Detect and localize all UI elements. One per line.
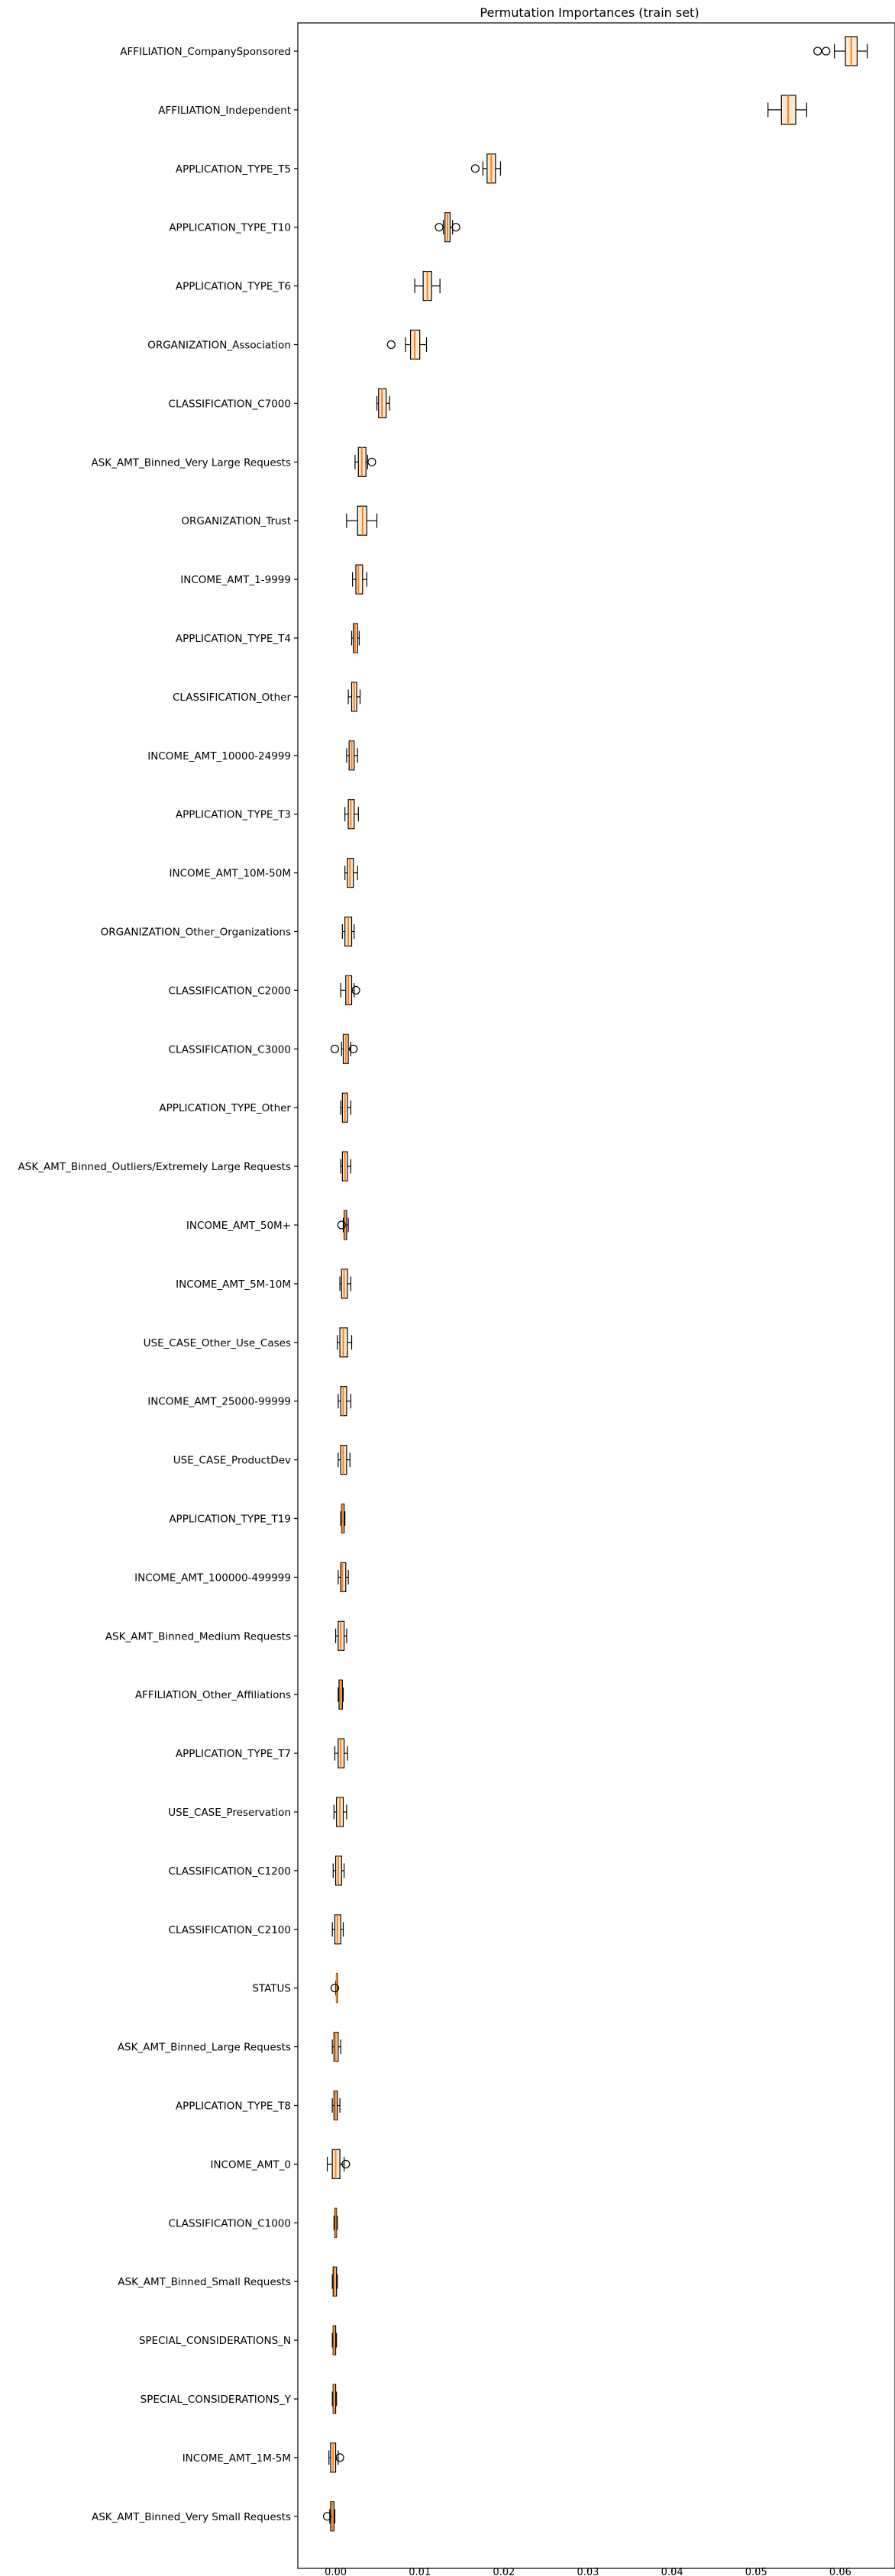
y-tick-label: APPLICATION_TYPE_T7 xyxy=(176,1748,291,1760)
y-tick-label: APPLICATION_TYPE_T5 xyxy=(176,163,291,176)
y-tick-label: APPLICATION_TYPE_Other xyxy=(159,1102,291,1114)
y-tick-label: APPLICATION_TYPE_T10 xyxy=(169,222,291,234)
y-tick-label: APPLICATION_TYPE_T8 xyxy=(176,2100,291,2113)
y-tick-label: INCOME_AMT_1-9999 xyxy=(180,574,291,586)
y-tick-label: USE_CASE_Other_Use_Cases xyxy=(144,1337,291,1349)
y-tick-label: CLASSIFICATION_C2100 xyxy=(169,1924,291,1936)
y-tick-label: ASK_AMT_Binned_Very Large Requests xyxy=(91,456,291,469)
y-tick-label: ASK_AMT_Binned_Very Small Requests xyxy=(92,2511,291,2523)
y-tick-label: INCOME_AMT_0 xyxy=(210,2158,291,2171)
chart-title: Permutation Importances (train set) xyxy=(480,5,699,20)
y-tick-label: ASK_AMT_Binned_Outliers/Extremely Large … xyxy=(18,1161,291,1173)
y-tick-label: SPECIAL_CONSIDERATIONS_Y xyxy=(141,2394,292,2406)
y-tick-label: INCOME_AMT_25000-99999 xyxy=(147,1396,291,1408)
y-tick-label: CLASSIFICATION_C1000 xyxy=(169,2217,291,2229)
y-tick-label: ASK_AMT_Binned_Large Requests xyxy=(118,2042,291,2054)
y-tick-label: CLASSIFICATION_C3000 xyxy=(169,1043,291,1056)
y-tick-label: AFFILIATION_Other_Affiliations xyxy=(135,1689,291,1701)
y-tick-label: APPLICATION_TYPE_T3 xyxy=(176,809,291,821)
y-tick-label: STATUS xyxy=(252,1983,291,1995)
y-tick-label: APPLICATION_TYPE_T4 xyxy=(176,633,291,645)
y-tick-label: ORGANIZATION_Association xyxy=(147,340,291,352)
y-tick-label: CLASSIFICATION_Other xyxy=(173,692,291,704)
y-tick-label: ASK_AMT_Binned_Medium Requests xyxy=(105,1630,291,1643)
y-tick-label: APPLICATION_TYPE_T19 xyxy=(169,1514,291,1526)
y-tick-label: INCOME_AMT_5M-10M xyxy=(176,1278,291,1291)
y-tick-label: AFFILIATION_CompanySponsored xyxy=(120,46,291,58)
y-tick-label: SPECIAL_CONSIDERATIONS_N xyxy=(139,2335,291,2347)
y-tick-label: CLASSIFICATION_C1200 xyxy=(169,1865,291,1878)
y-tick-label: USE_CASE_Preservation xyxy=(168,1807,291,1819)
box xyxy=(355,564,363,595)
boxplot-chart: Permutation Importances (train set) AFFI… xyxy=(0,0,895,2576)
y-tick-label: INCOME_AMT_100000-499999 xyxy=(134,1572,291,1584)
y-tick-label: CLASSIFICATION_C7000 xyxy=(169,398,291,410)
box xyxy=(340,1562,347,1593)
y-tick-label: CLASSIFICATION_C2000 xyxy=(169,985,291,997)
y-tick-label: USE_CASE_ProductDev xyxy=(173,1455,291,1467)
y-tick-label: ORGANIZATION_Trust xyxy=(181,515,291,527)
y-tick-label: ASK_AMT_Binned_Small Requests xyxy=(118,2276,291,2288)
figure-background xyxy=(0,0,895,2576)
y-tick-label: AFFILIATION_Independent xyxy=(158,105,291,117)
y-tick-label: INCOME_AMT_10M-50M xyxy=(170,868,291,880)
y-tick-label: INCOME_AMT_10000-24999 xyxy=(147,750,291,762)
y-tick-label: INCOME_AMT_1M-5M xyxy=(183,2452,291,2465)
y-tick-label: APPLICATION_TYPE_T6 xyxy=(176,281,291,293)
y-tick-label: INCOME_AMT_50M+ xyxy=(186,1220,291,1232)
y-tick-label: ORGANIZATION_Other_Organizations xyxy=(101,927,291,939)
